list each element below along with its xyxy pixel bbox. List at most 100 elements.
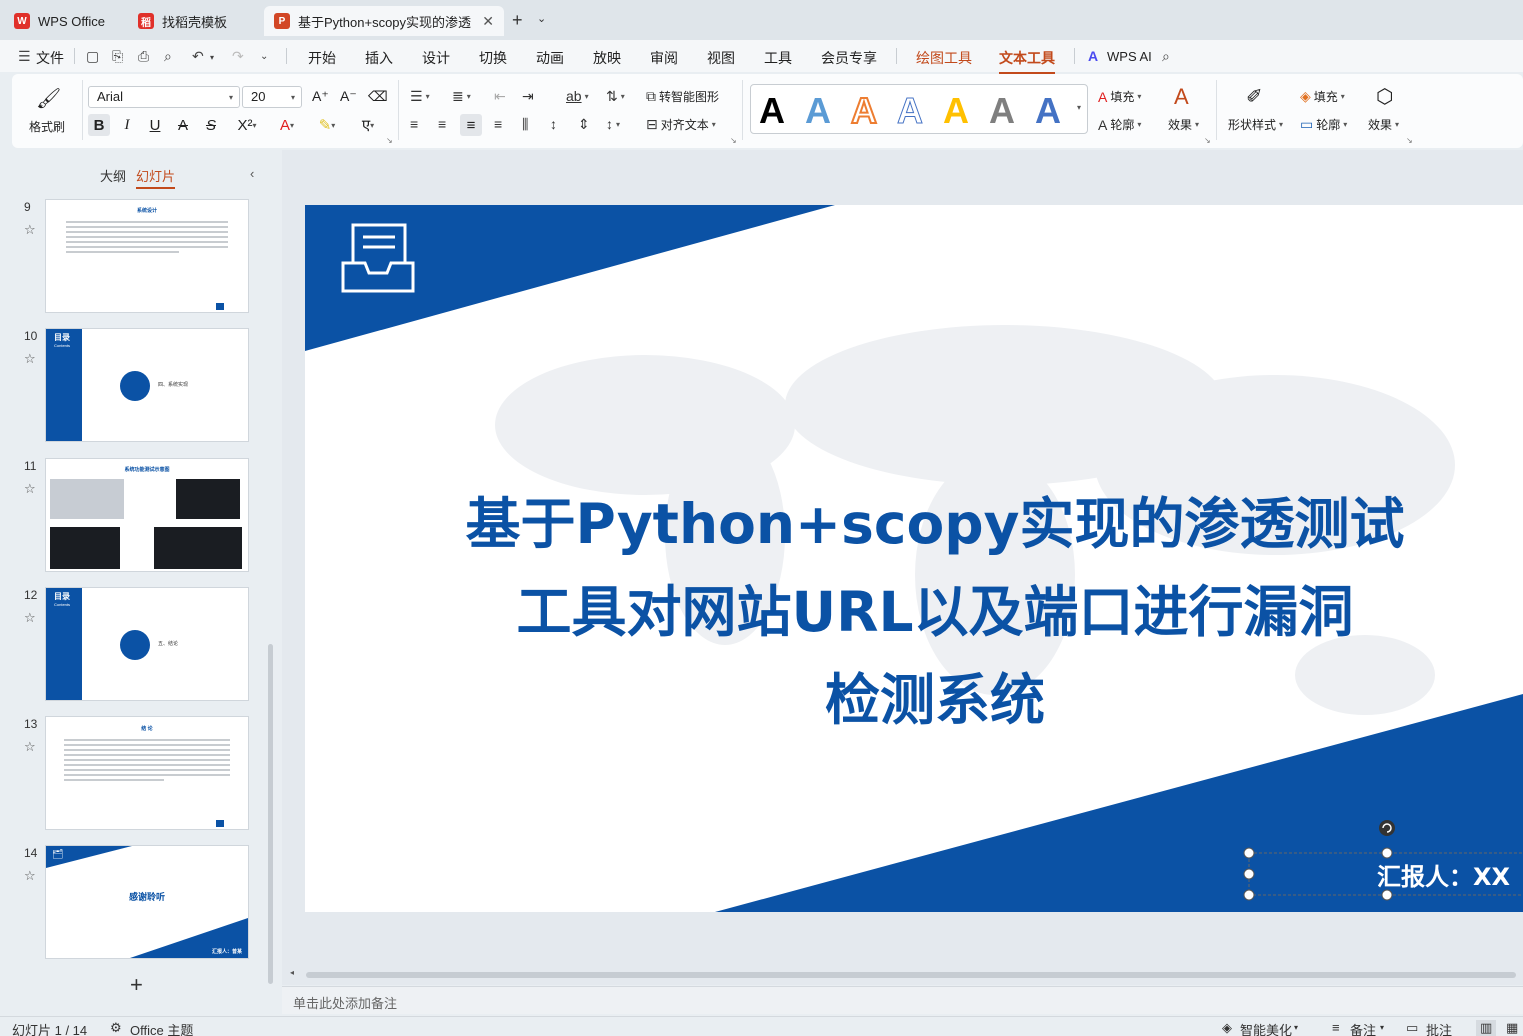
- tab-current-presentation[interactable]: P 基于Python+scopy实现的渗透 ✕: [264, 6, 504, 36]
- smart-beautify-button[interactable]: 智能美化: [1240, 1020, 1292, 1036]
- horizontal-scrollbar[interactable]: [306, 972, 1516, 978]
- align-text-button[interactable]: ⊟ 对齐文本 ▾: [646, 116, 716, 133]
- chevron-down-icon[interactable]: ⌄: [537, 12, 546, 25]
- share-icon[interactable]: ⎘: [112, 48, 123, 65]
- char-spacing-button[interactable]: ए ▾: [352, 114, 384, 136]
- shape-fill-button[interactable]: ◈ 填充 ▾: [1300, 88, 1345, 105]
- line-spacing-icon[interactable]: ↕: [550, 116, 557, 132]
- menu-drawing-tools[interactable]: 绘图工具: [916, 48, 972, 68]
- slide-thumbnail-12[interactable]: 12 ☆ 目录 Contents 五、结论: [0, 588, 270, 702]
- numbering-button[interactable]: ≣ ▾: [452, 88, 471, 105]
- close-tab-icon[interactable]: ✕: [482, 13, 494, 30]
- font-color-button[interactable]: A ▾: [272, 114, 302, 136]
- menu-file[interactable]: 文件: [36, 48, 64, 68]
- highlight-button[interactable]: ✎ ▾: [312, 114, 342, 136]
- decrease-indent-icon[interactable]: ⇤: [494, 88, 506, 105]
- tab-slides[interactable]: 幻灯片: [136, 166, 176, 189]
- format-painter-button[interactable]: 格式刷: [29, 118, 65, 135]
- tab-docer-templates[interactable]: 稻 找稻壳模板: [128, 6, 260, 36]
- wordart-style-blue-outline[interactable]: A: [897, 90, 924, 132]
- menu-member[interactable]: 会员专享: [821, 48, 877, 68]
- slide-sorter-icon[interactable]: ▦: [1506, 1020, 1518, 1036]
- increase-font-icon[interactable]: A⁺: [312, 88, 329, 105]
- underline-button[interactable]: U: [144, 114, 166, 136]
- increase-indent-icon[interactable]: ⇥: [522, 88, 534, 105]
- bold-button[interactable]: B: [88, 114, 110, 136]
- scroll-left-icon[interactable]: ◂: [290, 968, 294, 977]
- menu-insert[interactable]: 插入: [365, 48, 393, 68]
- text-effects-button[interactable]: 效果 ▾: [1168, 116, 1199, 133]
- add-slide-button[interactable]: +: [130, 972, 143, 998]
- star-icon[interactable]: ☆: [24, 481, 36, 497]
- undo-icon[interactable]: ↶: [192, 48, 204, 65]
- align-left-icon[interactable]: ≡: [410, 116, 418, 132]
- font-size-select[interactable]: 20 ▾: [242, 86, 302, 108]
- slide-thumbnail-13[interactable]: 13 ☆ 结 论: [0, 717, 270, 831]
- shape-style-icon[interactable]: ✐: [1246, 84, 1263, 109]
- wordart-style-gray[interactable]: A: [989, 90, 1015, 132]
- more-commands-icon[interactable]: ⌄: [260, 51, 268, 62]
- font-name-select[interactable]: Arial ▾: [88, 86, 240, 108]
- superscript-button[interactable]: X² ▾: [232, 114, 262, 136]
- current-slide[interactable]: 基于Python+scopy实现的渗透测试 工具对网站URL以及端口进行漏洞 检…: [305, 205, 1523, 912]
- menu-tools[interactable]: 工具: [764, 48, 792, 68]
- tab-wps-office[interactable]: W WPS Office: [4, 6, 124, 36]
- star-icon[interactable]: ☆: [24, 868, 36, 884]
- sort-button[interactable]: ⇅ ▾: [606, 88, 625, 105]
- text-outline-button[interactable]: A 轮廓 ▾: [1098, 116, 1141, 133]
- italic-button[interactable]: I: [116, 114, 138, 136]
- menu-slideshow[interactable]: 放映: [593, 48, 621, 68]
- star-icon[interactable]: ☆: [24, 222, 36, 238]
- bullets-button[interactable]: ☰ ▾: [410, 88, 430, 105]
- wordart-style-blue-gradient[interactable]: A: [1035, 90, 1061, 132]
- gallery-more-icon[interactable]: ▾: [1077, 103, 1081, 112]
- format-painter-icon[interactable]: 🖌: [36, 86, 61, 111]
- menu-text-tools[interactable]: 文本工具: [999, 48, 1055, 74]
- slide-thumbnail-10[interactable]: 10 ☆ 目录 Contents 四、系统实现: [0, 329, 270, 443]
- distribute-icon[interactable]: ⫼: [522, 116, 528, 133]
- menu-animations[interactable]: 动画: [536, 48, 564, 68]
- theme-name[interactable]: Office 主题: [130, 1020, 193, 1036]
- align-center-icon[interactable]: ≡: [438, 116, 446, 132]
- shape-outline-button[interactable]: ▭ 轮廓 ▾: [1300, 116, 1347, 133]
- menu-home[interactable]: 开始: [308, 48, 336, 68]
- align-justify-center-icon[interactable]: ≡: [460, 114, 482, 136]
- decrease-font-icon[interactable]: A⁻: [340, 88, 357, 105]
- menu-review[interactable]: 审阅: [650, 48, 678, 68]
- shape-effects-icon[interactable]: ⬡: [1376, 84, 1393, 109]
- shape-effects-button[interactable]: 效果 ▾: [1368, 116, 1399, 133]
- star-icon[interactable]: ☆: [24, 610, 36, 626]
- wordart-dialog-launcher-icon[interactable]: ↘: [1204, 136, 1211, 145]
- slide-title[interactable]: 基于Python+scopy实现的渗透测试 工具对网站URL以及端口进行漏洞 检…: [395, 480, 1475, 744]
- search-icon[interactable]: ⌕: [1162, 48, 1170, 65]
- wordart-style-blue[interactable]: A: [805, 90, 831, 132]
- hamburger-menu-icon[interactable]: ☰: [18, 48, 31, 65]
- text-direction-button[interactable]: ab ▾: [566, 88, 589, 104]
- text-effects-icon[interactable]: A: [1174, 84, 1189, 110]
- notes-pane[interactable]: 单击此处添加备注: [282, 986, 1523, 1014]
- menu-design[interactable]: 设计: [422, 48, 450, 68]
- reporter-textbox[interactable]: 汇报人：XX: [1377, 857, 1510, 892]
- wordart-style-black[interactable]: A: [759, 90, 785, 132]
- undo-dropdown-icon[interactable]: ▾: [210, 53, 214, 62]
- wordart-style-orange-outline[interactable]: A: [850, 89, 878, 132]
- column-spacing-button[interactable]: ↕ ▾: [606, 116, 620, 132]
- slide-thumbnail-11[interactable]: 11 ☆ 系统功能测试示意图: [0, 459, 270, 573]
- menu-transitions[interactable]: 切换: [479, 48, 507, 68]
- menu-view[interactable]: 视图: [707, 48, 735, 68]
- chevron-down-icon[interactable]: ▾: [1294, 1023, 1298, 1032]
- font-dialog-launcher-icon[interactable]: ↘: [386, 136, 393, 145]
- text-fill-button[interactable]: A 填充 ▾: [1098, 88, 1141, 105]
- comments-button[interactable]: 批注: [1426, 1020, 1452, 1036]
- paragraph-dialog-launcher-icon[interactable]: ↘: [730, 136, 737, 145]
- align-right-icon[interactable]: ≡: [494, 116, 502, 132]
- notes-toggle-button[interactable]: 备注: [1350, 1020, 1376, 1036]
- shape-style-button[interactable]: 形状样式 ▾: [1228, 116, 1283, 133]
- new-tab-icon[interactable]: +: [512, 10, 523, 31]
- paragraph-spacing-icon[interactable]: ⇕: [578, 116, 590, 133]
- convert-smartart-button[interactable]: ⧉ 转智能图形: [646, 88, 719, 105]
- print-icon[interactable]: ⎙: [138, 48, 149, 65]
- tab-outline[interactable]: 大纲: [100, 166, 126, 185]
- shape-dialog-launcher-icon[interactable]: ↘: [1406, 136, 1413, 145]
- normal-view-icon[interactable]: ▥: [1476, 1020, 1497, 1036]
